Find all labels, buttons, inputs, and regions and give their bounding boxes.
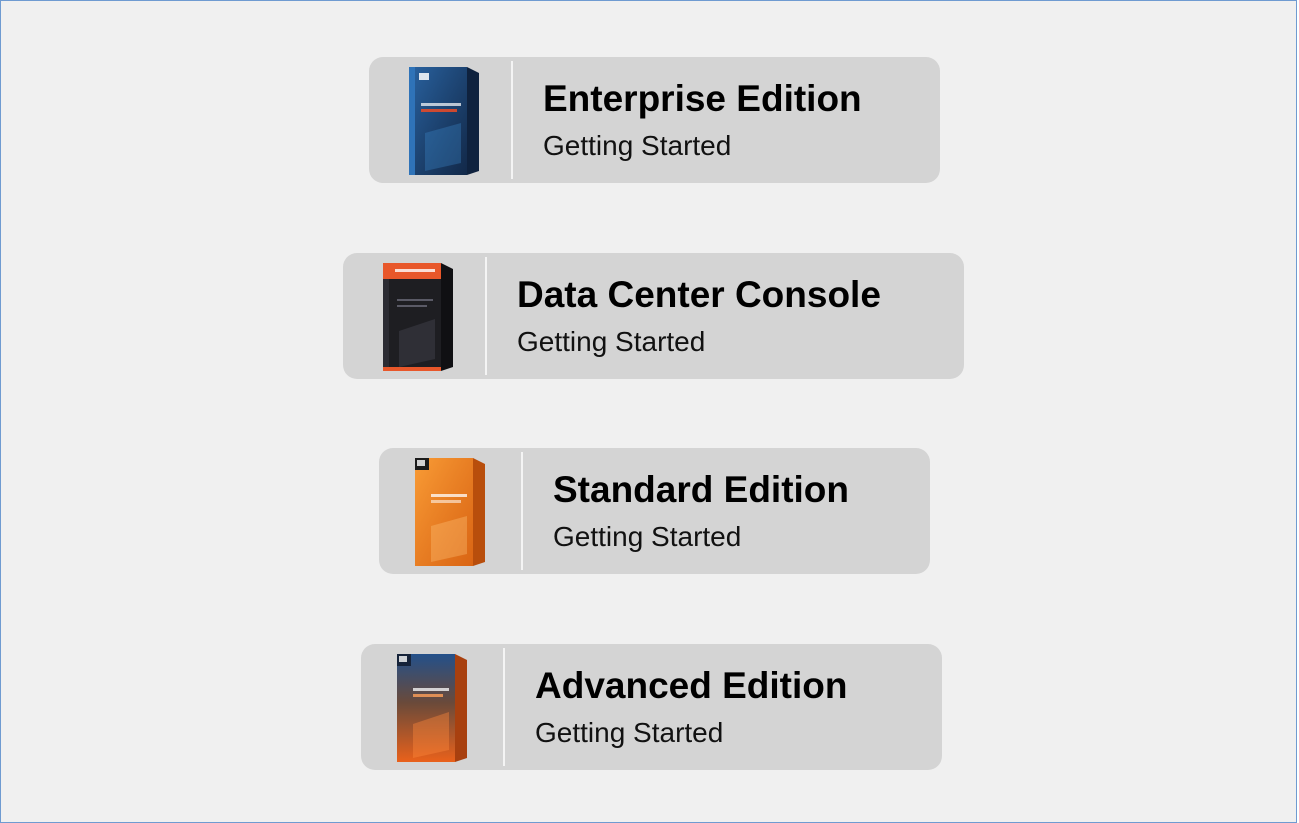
advanced-box-icon	[393, 650, 473, 764]
card-standard-edition[interactable]: Standard Edition Getting Started	[379, 448, 930, 574]
card-divider	[485, 257, 487, 375]
card-title: Data Center Console	[517, 274, 881, 315]
card-subtitle: Getting Started	[535, 717, 724, 748]
card-subtitle: Getting Started	[553, 521, 742, 552]
standard-box-icon	[411, 454, 491, 568]
data-center-box-icon	[379, 259, 459, 373]
main-panel: Enterprise Edition Getting Started Data …	[0, 0, 1297, 823]
card-subtitle: Getting Started	[543, 130, 732, 161]
card-data-center-console[interactable]: Data Center Console Getting Started	[343, 253, 964, 379]
card-title: Standard Edition	[553, 469, 849, 510]
card-subtitle: Getting Started	[517, 326, 706, 357]
card-divider	[521, 452, 523, 570]
card-title: Advanced Edition	[535, 665, 848, 706]
card-enterprise-edition[interactable]: Enterprise Edition Getting Started	[369, 57, 940, 183]
card-advanced-edition[interactable]: Advanced Edition Getting Started	[361, 644, 942, 770]
card-title: Enterprise Edition	[543, 78, 862, 119]
card-divider	[511, 61, 513, 179]
card-divider	[503, 648, 505, 766]
enterprise-box-icon	[405, 63, 485, 177]
